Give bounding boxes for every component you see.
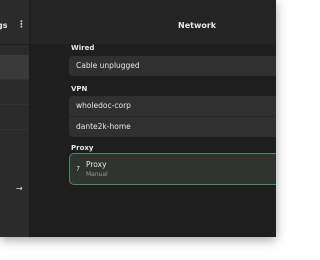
proxy-mode: Manual [86,171,108,178]
sidebar-item-network[interactable] [0,55,29,80]
page-title: Network [178,21,217,30]
proxy-row[interactable]: ⁊ Proxy Manual [69,153,276,185]
section-label-vpn: VPN [71,85,88,93]
wired-group: Cable unplugged [69,56,276,76]
section-label-proxy: Proxy [71,144,94,152]
vpn-connection-name: wholedoc-corp [76,101,131,110]
list-item[interactable]: Cable unplugged [69,56,276,76]
vertical-ellipsis-icon[interactable]: ⋮ [17,20,26,30]
sidebar-item[interactable] [0,105,29,130]
sidebar-title: gs [0,21,8,30]
vpn-group: wholedoc-corp dante2k-home [69,96,276,137]
vpn-connection-name: dante2k-home [76,122,131,131]
arrow-right-icon[interactable]: → [16,184,23,193]
network-proxy-icon: ⁊ [76,164,80,172]
wired-status: Cable unplugged [76,61,140,70]
header-bar: Network [30,0,276,44]
proxy-title: Proxy [86,160,107,169]
sidebar-item[interactable] [0,80,29,105]
list-item[interactable]: wholedoc-corp [69,96,276,117]
settings-window: gs ⋮ → Network Wired Cable unplugged VPN… [0,0,276,237]
section-label-wired: Wired [71,44,95,52]
list-item[interactable]: dante2k-home [69,117,276,137]
sidebar: gs ⋮ → [0,0,30,237]
sidebar-header: gs ⋮ [0,0,29,45]
